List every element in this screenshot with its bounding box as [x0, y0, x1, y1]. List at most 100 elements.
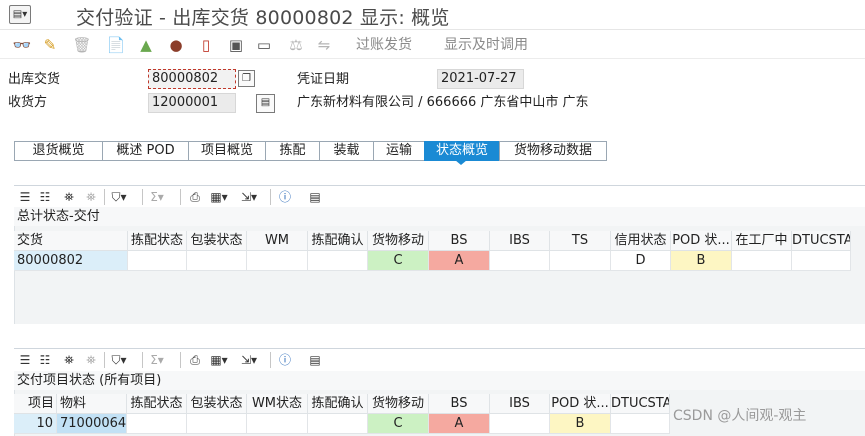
- col-credit-status[interactable]: 信用状态: [611, 231, 671, 251]
- sum-icon[interactable]: Σ▾: [148, 351, 166, 369]
- print-icon[interactable]: ⎙: [186, 351, 204, 369]
- cell-picking-status[interactable]: [128, 251, 187, 271]
- col-item[interactable]: 项目: [14, 394, 57, 414]
- cell-pod-status[interactable]: B: [671, 251, 732, 271]
- views-icon[interactable]: ▦▾: [210, 351, 228, 369]
- menu-icon[interactable]: ▤▾: [9, 5, 31, 24]
- cell-in-plant[interactable]: [732, 251, 792, 271]
- col-pod-status[interactable]: POD 状...: [550, 394, 611, 414]
- hat-icon[interactable]: ●: [166, 35, 186, 55]
- cell-pick-confirm[interactable]: [308, 414, 368, 434]
- glasses-icon[interactable]: 👓: [12, 35, 32, 55]
- align-icon[interactable]: ☰: [16, 351, 34, 369]
- cell-pod-status[interactable]: B: [550, 414, 611, 434]
- tab-goods-movement[interactable]: 货物移动数据: [499, 141, 607, 161]
- document-icon[interactable]: 📄: [106, 35, 126, 55]
- cell-delivery[interactable]: 80000802: [14, 251, 128, 271]
- delivery-field[interactable]: 80000802: [148, 69, 236, 89]
- cell-bs[interactable]: A: [429, 414, 490, 434]
- cell-goods-movement[interactable]: C: [368, 251, 429, 271]
- cell-picking-status[interactable]: [127, 414, 187, 434]
- export-icon[interactable]: ⇲▾: [240, 351, 258, 369]
- cell-credit-status[interactable]: D: [611, 251, 671, 271]
- col-wm[interactable]: WM: [247, 231, 308, 251]
- filter-icon[interactable]: ⛉▾: [110, 188, 128, 206]
- align-bottom-icon[interactable]: ☷: [36, 351, 54, 369]
- col-delivery[interactable]: 交货: [14, 231, 128, 251]
- pencil-icon[interactable]: ✎: [40, 35, 60, 55]
- col-in-plant[interactable]: 在工厂中: [732, 231, 792, 251]
- tab-loading[interactable]: 装载: [319, 141, 373, 161]
- col-picking-status[interactable]: 拣配状态: [127, 394, 187, 414]
- cell-wm[interactable]: [247, 251, 308, 271]
- cell-item[interactable]: 10: [14, 414, 57, 434]
- address-icon[interactable]: ▤: [256, 94, 275, 113]
- col-pick-confirm[interactable]: 拣配确认: [308, 394, 368, 414]
- doc-date-field[interactable]: 2021-07-27: [437, 69, 524, 89]
- cell-dtucsta[interactable]: [792, 251, 851, 271]
- binoculars-icon[interactable]: ⛯: [60, 188, 78, 206]
- cell-packing-status[interactable]: [187, 251, 247, 271]
- cell-ibs[interactable]: [490, 251, 550, 271]
- col-dtucsta[interactable]: DTUCSTA: [792, 231, 851, 251]
- clipboard-icon[interactable]: ▭: [254, 35, 274, 55]
- cell-pick-confirm[interactable]: [308, 251, 368, 271]
- tab-picking[interactable]: 拣配: [265, 141, 319, 161]
- trash-icon[interactable]: 🗑: [72, 35, 92, 55]
- table-row[interactable]: 10 710000648 C A B: [14, 414, 670, 434]
- grid1-toolbar: ☰ ☷ ⛯ ⛯ ⛉▾ Σ▾ ⎙ ▦▾ ⇲▾ ⓘ ▤: [14, 185, 865, 207]
- post-goods-issue-button[interactable]: 过账发货: [356, 35, 412, 55]
- tab-item-overview[interactable]: 项目概览: [188, 141, 265, 161]
- tab-transport[interactable]: 运输: [373, 141, 424, 161]
- cell-ibs[interactable]: [490, 414, 550, 434]
- tab-status-overview[interactable]: 状态概览: [424, 141, 499, 161]
- links-icon[interactable]: ⇋: [314, 35, 334, 55]
- col-ts[interactable]: TS: [550, 231, 611, 251]
- cell-wm-status[interactable]: [247, 414, 308, 434]
- col-goods-movement[interactable]: 货物移动: [368, 394, 429, 414]
- col-picking-status[interactable]: 拣配状态: [128, 231, 187, 251]
- col-bs[interactable]: BS: [429, 394, 490, 414]
- align-icon[interactable]: ☰: [16, 188, 34, 206]
- ship-to-field[interactable]: 12000001: [148, 93, 236, 113]
- views-icon[interactable]: ▦▾: [210, 188, 228, 206]
- col-material[interactable]: 物料: [57, 394, 127, 414]
- filter-icon[interactable]: ⛉▾: [110, 351, 128, 369]
- col-ibs[interactable]: IBS: [490, 394, 550, 414]
- info-icon[interactable]: ⓘ: [276, 188, 294, 206]
- info-icon[interactable]: ⓘ: [276, 351, 294, 369]
- col-packing-status[interactable]: 包装状态: [187, 231, 247, 251]
- print-icon[interactable]: ⎙: [186, 188, 204, 206]
- col-ibs[interactable]: IBS: [490, 231, 550, 251]
- cell-material[interactable]: 710000648: [57, 414, 127, 434]
- table-row[interactable]: 80000802 C A D B: [14, 251, 851, 271]
- display-timely-button[interactable]: 显示及时调用: [444, 35, 528, 55]
- page-icon[interactable]: ▯: [196, 35, 216, 55]
- cell-packing-status[interactable]: [187, 414, 247, 434]
- cell-bs[interactable]: A: [429, 251, 490, 271]
- col-pod-status[interactable]: POD 状...: [671, 231, 732, 251]
- col-goods-movement[interactable]: 货物移动: [368, 231, 429, 251]
- col-pick-confirm[interactable]: 拣配确认: [308, 231, 368, 251]
- align-bottom-icon[interactable]: ☷: [36, 188, 54, 206]
- scale-icon[interactable]: ⚖: [286, 35, 306, 55]
- find-next-icon[interactable]: ⛯: [82, 351, 100, 369]
- layout-icon[interactable]: ▤: [306, 351, 324, 369]
- sum-icon[interactable]: Σ▾: [148, 188, 166, 206]
- tab-pod-overview[interactable]: 概述 POD: [102, 141, 188, 161]
- col-dtucsta[interactable]: DTUCSTA: [611, 394, 670, 414]
- copy-icon[interactable]: ❐: [238, 70, 255, 87]
- layout-icon[interactable]: ▤: [306, 188, 324, 206]
- tab-returns-overview[interactable]: 退货概览: [14, 141, 102, 161]
- col-bs[interactable]: BS: [429, 231, 490, 251]
- cell-goods-movement[interactable]: C: [368, 414, 429, 434]
- col-packing-status[interactable]: 包装状态: [187, 394, 247, 414]
- binoculars-icon[interactable]: ⛯: [60, 351, 78, 369]
- find-next-icon[interactable]: ⛯: [82, 188, 100, 206]
- col-wm-status[interactable]: WM状态: [247, 394, 308, 414]
- cell-dtucsta[interactable]: [611, 414, 670, 434]
- export-icon[interactable]: ⇲▾: [240, 188, 258, 206]
- box-icon[interactable]: ▣: [226, 35, 246, 55]
- mountain-icon[interactable]: ▲: [136, 35, 156, 55]
- cell-ts[interactable]: [550, 251, 611, 271]
